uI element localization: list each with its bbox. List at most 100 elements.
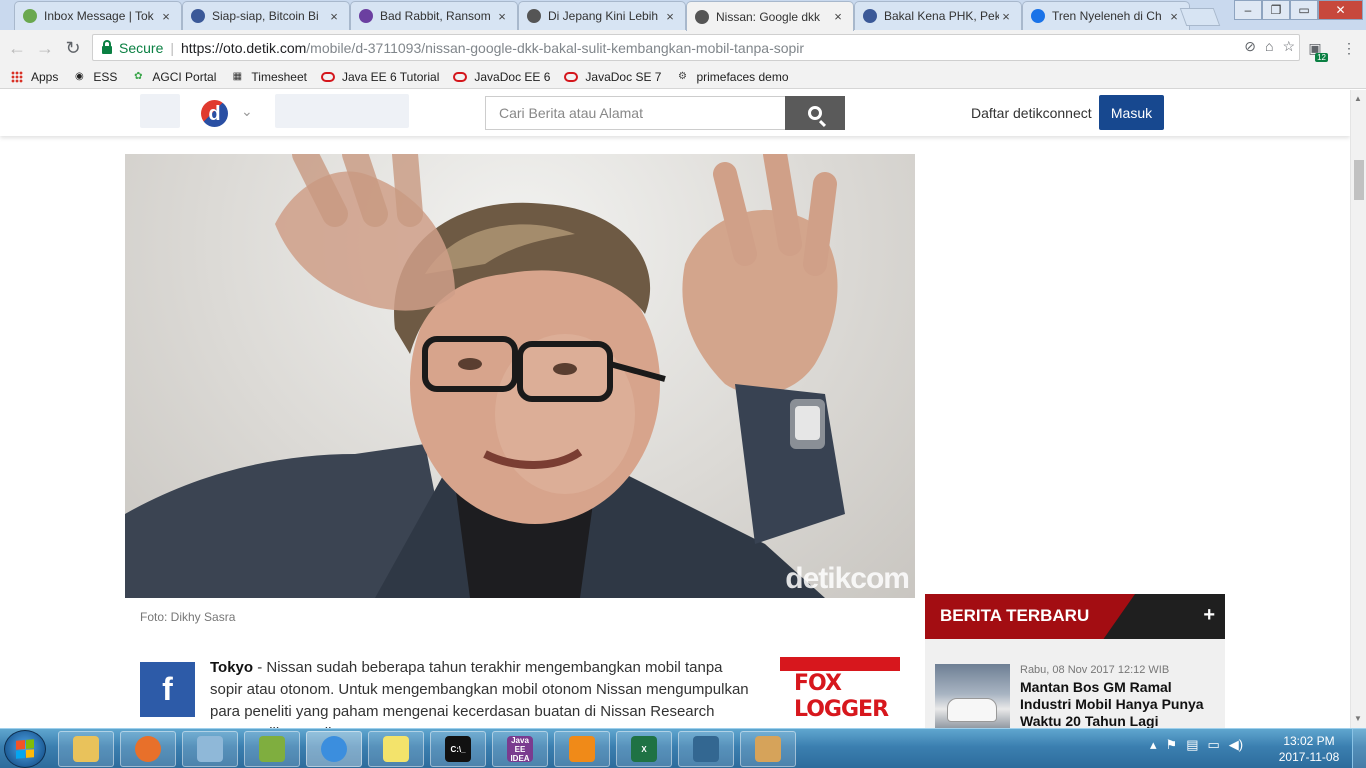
- chevron-down-icon[interactable]: ⌄: [241, 103, 253, 120]
- detik-icon: [527, 9, 541, 23]
- new-tab-button[interactable]: [1179, 8, 1221, 26]
- tab-close-icon[interactable]: ×: [495, 9, 509, 24]
- tab-close-icon[interactable]: ×: [159, 9, 173, 24]
- search-input[interactable]: Cari Berita atau Alamat: [485, 96, 785, 130]
- tab-close-icon[interactable]: ×: [999, 9, 1013, 24]
- oracle-icon: [320, 70, 335, 84]
- taskbar-app-chart-tool[interactable]: [244, 731, 300, 767]
- device-icon[interactable]: ▤: [1186, 737, 1198, 753]
- bookmark-3[interactable]: ▦ Timesheet: [230, 70, 307, 84]
- bookmark-4[interactable]: Java EE 6 Tutorial: [320, 69, 440, 84]
- bookmark-0[interactable]: Apps: [10, 70, 58, 84]
- agci-icon: ✿: [134, 71, 143, 82]
- extension-icon[interactable]: ▣ 12: [1304, 37, 1328, 62]
- scroll-thumb[interactable]: [1354, 160, 1364, 200]
- taskbar-app-vlc[interactable]: [554, 731, 610, 767]
- taskbar-app-firefox[interactable]: [120, 731, 176, 767]
- taskbar-app-chrome[interactable]: [306, 731, 362, 767]
- expand-plus-icon[interactable]: +: [1203, 604, 1215, 627]
- news-thumbnail[interactable]: [935, 664, 1010, 728]
- tab-4[interactable]: Nissan: Google dkk ×: [686, 1, 854, 31]
- system-clock[interactable]: 13:02 PM 2017-11-08: [1276, 733, 1342, 765]
- browser-toolbar: ← → ↻ Secure | https://oto.detik.com /mo…: [0, 30, 1366, 65]
- detik-logo[interactable]: d: [201, 100, 228, 127]
- omnibox-icons: ⊘ ⌂ ☆: [1244, 38, 1295, 55]
- bookmark-1[interactable]: ◉ ESS: [72, 70, 117, 84]
- notepad-icon: [197, 736, 223, 762]
- taskbar-app-cmd[interactable]: C:\_: [430, 731, 486, 767]
- facebook-share-button[interactable]: f: [140, 662, 195, 717]
- taskbar-app-notepad[interactable]: [182, 731, 238, 767]
- chrome-menu-icon[interactable]: ⋮: [1338, 37, 1360, 59]
- taskbar-app-sticky-notes[interactable]: [368, 731, 424, 767]
- folder-icon: [73, 736, 99, 762]
- news-list: Rabu, 08 Nov 2017 12:12 WIB Mantan Bos G…: [925, 639, 1225, 728]
- detik-icon: [695, 9, 709, 24]
- restore-button[interactable]: ❐: [1262, 0, 1290, 20]
- url-host: https://oto.detik.com: [181, 39, 307, 56]
- ad-text: FOX LOGGER: [794, 671, 889, 722]
- blocked-popup-icon[interactable]: ⊘: [1244, 38, 1256, 55]
- news-date: Rabu, 08 Nov 2017 12:12 WIB: [1020, 664, 1170, 676]
- tab-close-icon[interactable]: ×: [1167, 9, 1181, 24]
- tab-strip: Inbox Message | Tok × Siap-siap, Bitcoin B…: [0, 0, 1366, 31]
- tab-3[interactable]: Di Jepang Kini Lebih ×: [518, 1, 686, 30]
- tab-close-icon[interactable]: ×: [831, 9, 845, 24]
- maximize-button[interactable]: ▭: [1290, 0, 1318, 20]
- address-bar[interactable]: Secure | https://oto.detik.com /mobile/d…: [92, 34, 1300, 61]
- taskbar-app-excel[interactable]: X: [616, 731, 672, 767]
- start-button[interactable]: [4, 730, 46, 768]
- translate-icon[interactable]: ⌂: [1265, 38, 1273, 55]
- login-button[interactable]: Masuk: [1099, 95, 1164, 130]
- scroll-up-arrow-icon[interactable]: ▲: [1354, 94, 1362, 103]
- news-headline-link[interactable]: Mantan Bos GM Ramal Industri Mobil Hanya…: [1020, 679, 1220, 728]
- back-arrow-icon[interactable]: ←: [6, 37, 28, 59]
- ad-banner[interactable]: FOX LOGGER: [780, 657, 900, 728]
- network-warning-icon[interactable]: ⚑: [1166, 737, 1178, 753]
- tab-0[interactable]: Inbox Message | Tok ×: [14, 1, 182, 30]
- article-paragraph: - Nissan sudah beberapa tahun terakhir m…: [210, 659, 749, 728]
- tray-expand-icon[interactable]: ▴: [1150, 737, 1157, 753]
- tab-2[interactable]: Bad Rabbit, Ransom ×: [350, 1, 518, 30]
- forward-arrow-icon[interactable]: →: [34, 37, 56, 59]
- show-desktop-button[interactable]: [1352, 729, 1366, 768]
- extension-badge: 12: [1315, 53, 1328, 62]
- tab-close-icon[interactable]: ×: [327, 9, 341, 24]
- bookmark-2[interactable]: ✿ AGCI Portal: [131, 70, 216, 84]
- taskbar-app-explorer[interactable]: [58, 731, 114, 767]
- facebook-icon: f: [162, 671, 173, 707]
- detikcom-watermark: detikcom: [785, 562, 910, 595]
- windows-taskbar: C:\_ Java EE IDEA X ▴ ⚑ ▤ ▭ ◀) 13:02 PM 20…: [0, 728, 1366, 768]
- timesheet-icon: ▦: [232, 71, 243, 82]
- article-body: Tokyo - Nissan sudah beberapa tahun tera…: [210, 657, 750, 728]
- taskbar-app-postgres[interactable]: [678, 731, 734, 767]
- ad-red-bar: [780, 657, 900, 671]
- yahoo-icon: [359, 9, 373, 23]
- bookmark-star-icon[interactable]: ☆: [1282, 38, 1295, 55]
- taskbar-app-paint[interactable]: [740, 731, 796, 767]
- volume-icon[interactable]: ◀): [1229, 737, 1243, 753]
- register-link[interactable]: Daftar detikconnect: [971, 105, 1092, 121]
- tab-title: Nissan: Google dkk: [716, 9, 821, 24]
- faded-facebook-button: [140, 94, 180, 128]
- close-window-button[interactable]: ✕: [1318, 0, 1363, 20]
- bookmark-label: ESS: [93, 69, 118, 84]
- minimize-button[interactable]: ‒: [1234, 0, 1262, 20]
- page-scrollbar[interactable]: ▲ ▼: [1350, 90, 1366, 728]
- bookmark-6[interactable]: JavaDoc SE 7: [564, 70, 661, 84]
- reload-icon[interactable]: ↻: [62, 37, 84, 59]
- apps-grid-icon: [10, 70, 24, 84]
- monitor-icon[interactable]: ▭: [1207, 737, 1219, 753]
- taskbar-app-intellij[interactable]: Java EE IDEA: [492, 731, 548, 767]
- inbox-icon: [23, 9, 37, 23]
- search-button[interactable]: [785, 96, 845, 130]
- tab-6[interactable]: Tren Nyeleneh di Ch ×: [1022, 1, 1190, 30]
- tab-close-icon[interactable]: ×: [663, 9, 677, 24]
- tab-1[interactable]: Siap-siap, Bitcoin Bi ×: [182, 1, 350, 30]
- ess-icon: ◉: [74, 71, 84, 82]
- scroll-down-arrow-icon[interactable]: ▼: [1354, 714, 1362, 723]
- tab-5[interactable]: Bakal Kena PHK, Pek ×: [854, 1, 1022, 30]
- bookmark-label: Java EE 6 Tutorial: [341, 69, 440, 84]
- bookmark-5[interactable]: JavaDoc EE 6: [453, 70, 550, 84]
- bookmark-7[interactable]: ⚙ primefaces demo: [675, 70, 789, 84]
